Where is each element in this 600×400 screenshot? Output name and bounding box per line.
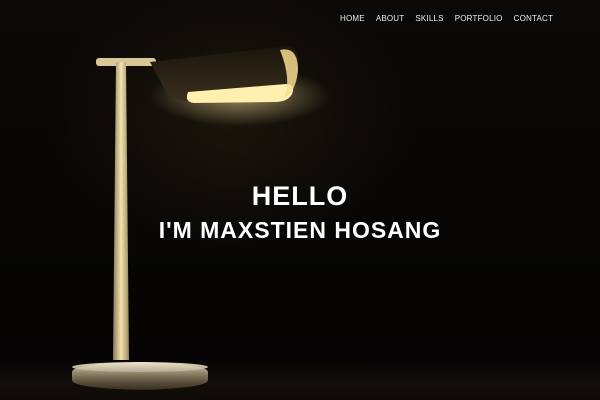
hero-section: HOME ABOUT SKILLS PORTFOLIO CONTACT HELL…	[0, 0, 600, 400]
hero-headline: HELLO I'M MAXSTIEN HOSANG	[0, 179, 600, 247]
nav-skills-link[interactable]: SKILLS	[415, 14, 443, 23]
nav-portfolio-link[interactable]: PORTFOLIO	[455, 14, 503, 23]
nav-home-link[interactable]: HOME	[340, 14, 365, 23]
nav-contact-link[interactable]: CONTACT	[514, 14, 553, 23]
main-navigation: HOME ABOUT SKILLS PORTFOLIO CONTACT	[340, 14, 564, 23]
table-surface	[0, 360, 600, 400]
hero-intro: I'M MAXSTIEN HOSANG	[158, 217, 442, 244]
hero-greeting: HELLO	[251, 181, 349, 212]
nav-about-link[interactable]: ABOUT	[376, 14, 405, 23]
